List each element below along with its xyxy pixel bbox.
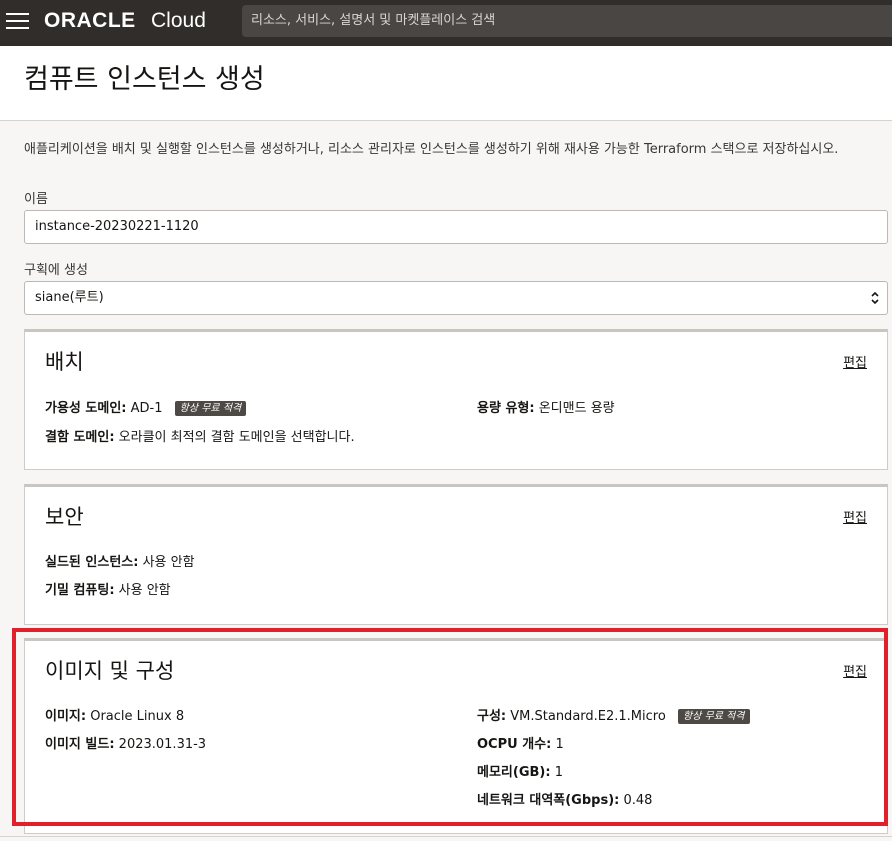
compartment-label: 구획에 생성	[24, 263, 88, 278]
availability-domain-row: 가용성 도메인: AD-1 항상 무료 적격	[45, 400, 247, 418]
page-title: 컴퓨트 인스턴스 생성	[24, 64, 265, 95]
compartment-select-value: siane(루트)	[35, 290, 104, 305]
placement-edit-link[interactable]: 편집	[843, 352, 867, 371]
capacity-type-value: 온디맨드 용량	[538, 401, 615, 416]
shielded-instance-value: 사용 안함	[142, 555, 195, 570]
availability-domain-value: AD-1	[130, 401, 163, 416]
security-card: 보안 편집 실드된 인스턴스: 사용 안함 기밀 컴퓨팅: 사용 안함	[24, 484, 888, 625]
chevron-up-down-icon	[871, 291, 879, 305]
shielded-instance-row: 실드된 인스턴스: 사용 안함	[45, 554, 195, 572]
highlight-box	[12, 628, 888, 826]
confidential-computing-label: 기밀 컴퓨팅:	[45, 583, 115, 598]
always-free-badge: 항상 무료 적격	[174, 401, 247, 416]
hamburger-menu-icon[interactable]	[6, 11, 30, 31]
shielded-instance-label: 실드된 인스턴스:	[45, 555, 139, 570]
intro-text: 애플리케이션을 배치 및 실행할 인스턴스를 생성하거나, 리소스 관리자로 인…	[24, 142, 839, 157]
cloud-logo-text[interactable]: Cloud	[151, 7, 206, 35]
confidential-computing-value: 사용 안함	[118, 583, 171, 598]
availability-domain-label: 가용성 도메인:	[45, 401, 127, 416]
security-edit-link[interactable]: 편집	[843, 507, 867, 526]
capacity-type-label: 용량 유형:	[477, 401, 535, 416]
fault-domain-row: 결함 도메인: 오라클이 최적의 결함 도메인을 선택합니다.	[45, 429, 355, 447]
fault-domain-label: 결함 도메인:	[45, 430, 115, 445]
confidential-computing-row: 기밀 컴퓨팅: 사용 안함	[45, 582, 171, 600]
name-label: 이름	[24, 192, 48, 207]
placement-title: 배치	[45, 350, 84, 374]
placement-card: 배치 편집 가용성 도메인: AD-1 항상 무료 적격 용량 유형: 온디맨드…	[24, 329, 888, 470]
instance-name-input[interactable]: instance-20230221-1120	[24, 210, 888, 244]
compartment-select[interactable]: siane(루트)	[24, 281, 888, 315]
global-search-input[interactable]: 리소스, 서비스, 설명서 및 마켓플레이스 검색	[242, 5, 892, 37]
divider	[0, 836, 892, 837]
oracle-logo[interactable]: ORACLE	[44, 7, 136, 35]
security-title: 보안	[45, 505, 84, 529]
top-navigation-bar: ORACLE Cloud 리소스, 서비스, 설명서 및 마켓플레이스 검색	[0, 0, 892, 46]
capacity-type-row: 용량 유형: 온디맨드 용량	[477, 400, 615, 418]
fault-domain-value: 오라클이 최적의 결함 도메인을 선택합니다.	[118, 430, 355, 445]
